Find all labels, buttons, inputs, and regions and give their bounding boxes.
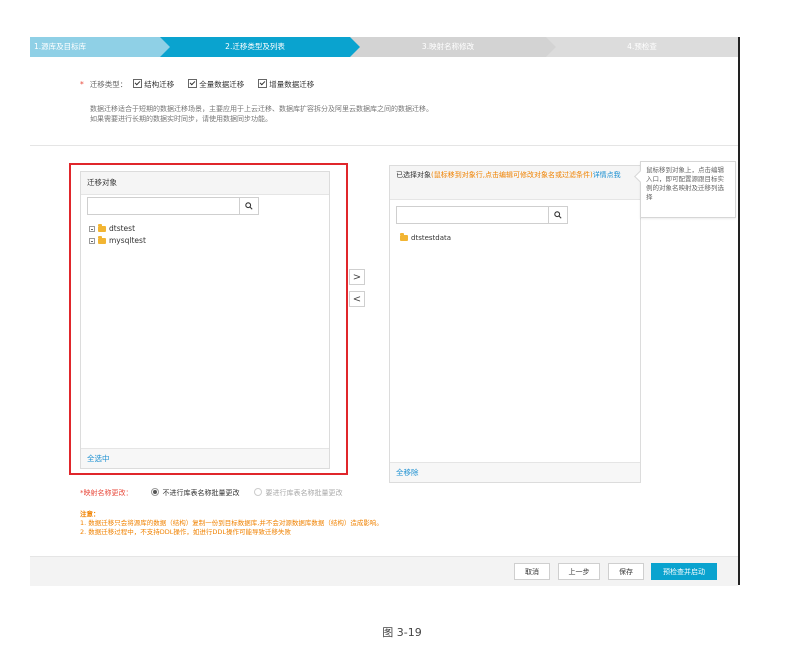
step-source-target[interactable]: 1.源库及目标库: [30, 37, 170, 57]
description-line: 数据迁移适合于短期的数据迁移场景，主要应用于上云迁移、数据库扩容拆分及阿里云数据…: [90, 105, 433, 113]
divider: [30, 145, 738, 146]
selected-search-input[interactable]: [396, 206, 568, 224]
step-label: 3.映射名称修改: [421, 42, 475, 51]
step-label: 4.预检查: [627, 42, 657, 51]
notes-section: 注意： 1. 数据迁移只会将源库的数据（结构）复制一份到目标数据库,并不会对源数…: [80, 510, 383, 537]
mapping-label: *映射名称更改：: [80, 489, 133, 497]
highlight-box: [69, 163, 348, 475]
folder-icon: [400, 233, 408, 241]
note-line: 2. 数据迁移过程中，不支持DDL操作，如进行DDL操作可能导致迁移失败: [80, 528, 292, 536]
selected-item-dtstestdata[interactable]: dtstestdata: [400, 233, 452, 242]
checkbox-icon[interactable]: [258, 79, 268, 88]
radio-no-batch-rename[interactable]: 不进行库表名称批量更改: [150, 488, 240, 498]
radio-label: 要进行库表名称批量更改: [265, 489, 343, 497]
precheck-start-button[interactable]: 预检查并启动: [651, 563, 717, 580]
panel-hint: (鼠标移到对象行,点击编辑可修改对象名或过滤条件): [431, 171, 593, 179]
step-chevron: [350, 37, 360, 57]
radio-icon[interactable]: [253, 488, 262, 496]
remove-all-link[interactable]: 全移除: [390, 462, 640, 482]
wizard-steps: 1.源库及目标库 2.迁移类型及列表 3.映射名称修改 4.预检查: [30, 37, 738, 57]
step-migration-type[interactable]: 2.迁移类型及列表: [160, 37, 360, 57]
panel-title: 已选择对象: [396, 171, 431, 179]
migration-type-row: * 迁移类型： 结构迁移 全量数据迁移 增量数据迁移: [80, 79, 314, 90]
note-line: 1. 数据迁移只会将源库的数据（结构）复制一份到目标数据库,并不会对源数据库数据…: [80, 519, 383, 527]
action-bar: 取消 上一步 保存 预检查并启动: [30, 556, 738, 586]
step-chevron: [160, 37, 170, 57]
migration-description: 数据迁移适合于短期的数据迁移场景，主要应用于上云迁移、数据库扩容拆分及阿里云数据…: [90, 104, 433, 124]
step-precheck[interactable]: 4.预检查: [546, 37, 738, 57]
checkbox-icon[interactable]: [133, 79, 143, 88]
previous-step-button[interactable]: 上一步: [558, 563, 600, 580]
checkbox-incremental-migration[interactable]: 增量数据迁移: [258, 79, 314, 90]
radio-label: 不进行库表名称批量更改: [162, 489, 240, 497]
notes-title: 注意：: [80, 510, 100, 518]
move-left-button[interactable]: <: [349, 291, 365, 307]
step-label: 2.迁移类型及列表: [225, 42, 285, 51]
checkbox-label: 增量数据迁移: [269, 80, 315, 89]
radio-icon[interactable]: [150, 488, 159, 496]
detail-link[interactable]: 详情点我: [593, 171, 621, 179]
step-chevron: [546, 37, 556, 57]
figure-caption: 图 3-19: [382, 626, 422, 639]
dts-wizard-frame: 1.源库及目标库 2.迁移类型及列表 3.映射名称修改 4.预检查 * 迁移类型…: [30, 37, 740, 586]
cancel-button[interactable]: 取消: [514, 563, 550, 580]
checkbox-structure-migration[interactable]: 结构迁移: [133, 79, 174, 90]
edit-tooltip: 鼠标移到对象上，点击编辑入口，即可配置源跟目标实例的对象名映射及迁移列选择: [640, 161, 736, 218]
step-mapping-name[interactable]: 3.映射名称修改: [350, 37, 556, 57]
migration-type-label: 迁移类型：: [89, 80, 128, 89]
save-button[interactable]: 保存: [608, 563, 644, 580]
checkbox-full-data-migration[interactable]: 全量数据迁移: [188, 79, 244, 90]
move-right-button[interactable]: >: [349, 269, 365, 285]
step-label: 1.源库及目标库: [34, 42, 87, 51]
checkbox-label: 结构迁移: [144, 80, 175, 89]
panel-title-row: 已选择对象(鼠标移到对象行,点击编辑可修改对象名或过滤条件)详情点我: [390, 166, 640, 200]
mapping-rename-row: *映射名称更改： 不进行库表名称批量更改 要进行库表名称批量更改: [80, 488, 343, 498]
description-line: 如果需要进行长期的数据实时同步，请使用数据同步功能。: [90, 115, 272, 123]
selected-objects-panel: 已选择对象(鼠标移到对象行,点击编辑可修改对象名或过滤条件)详情点我 dtste…: [389, 165, 641, 483]
required-mark: *: [80, 80, 84, 89]
search-icon[interactable]: [548, 207, 567, 223]
selected-item-label: dtstestdata: [411, 234, 452, 242]
checkbox-label: 全量数据迁移: [199, 80, 245, 89]
checkbox-icon[interactable]: [188, 79, 198, 88]
radio-batch-rename[interactable]: 要进行库表名称批量更改: [253, 488, 343, 498]
